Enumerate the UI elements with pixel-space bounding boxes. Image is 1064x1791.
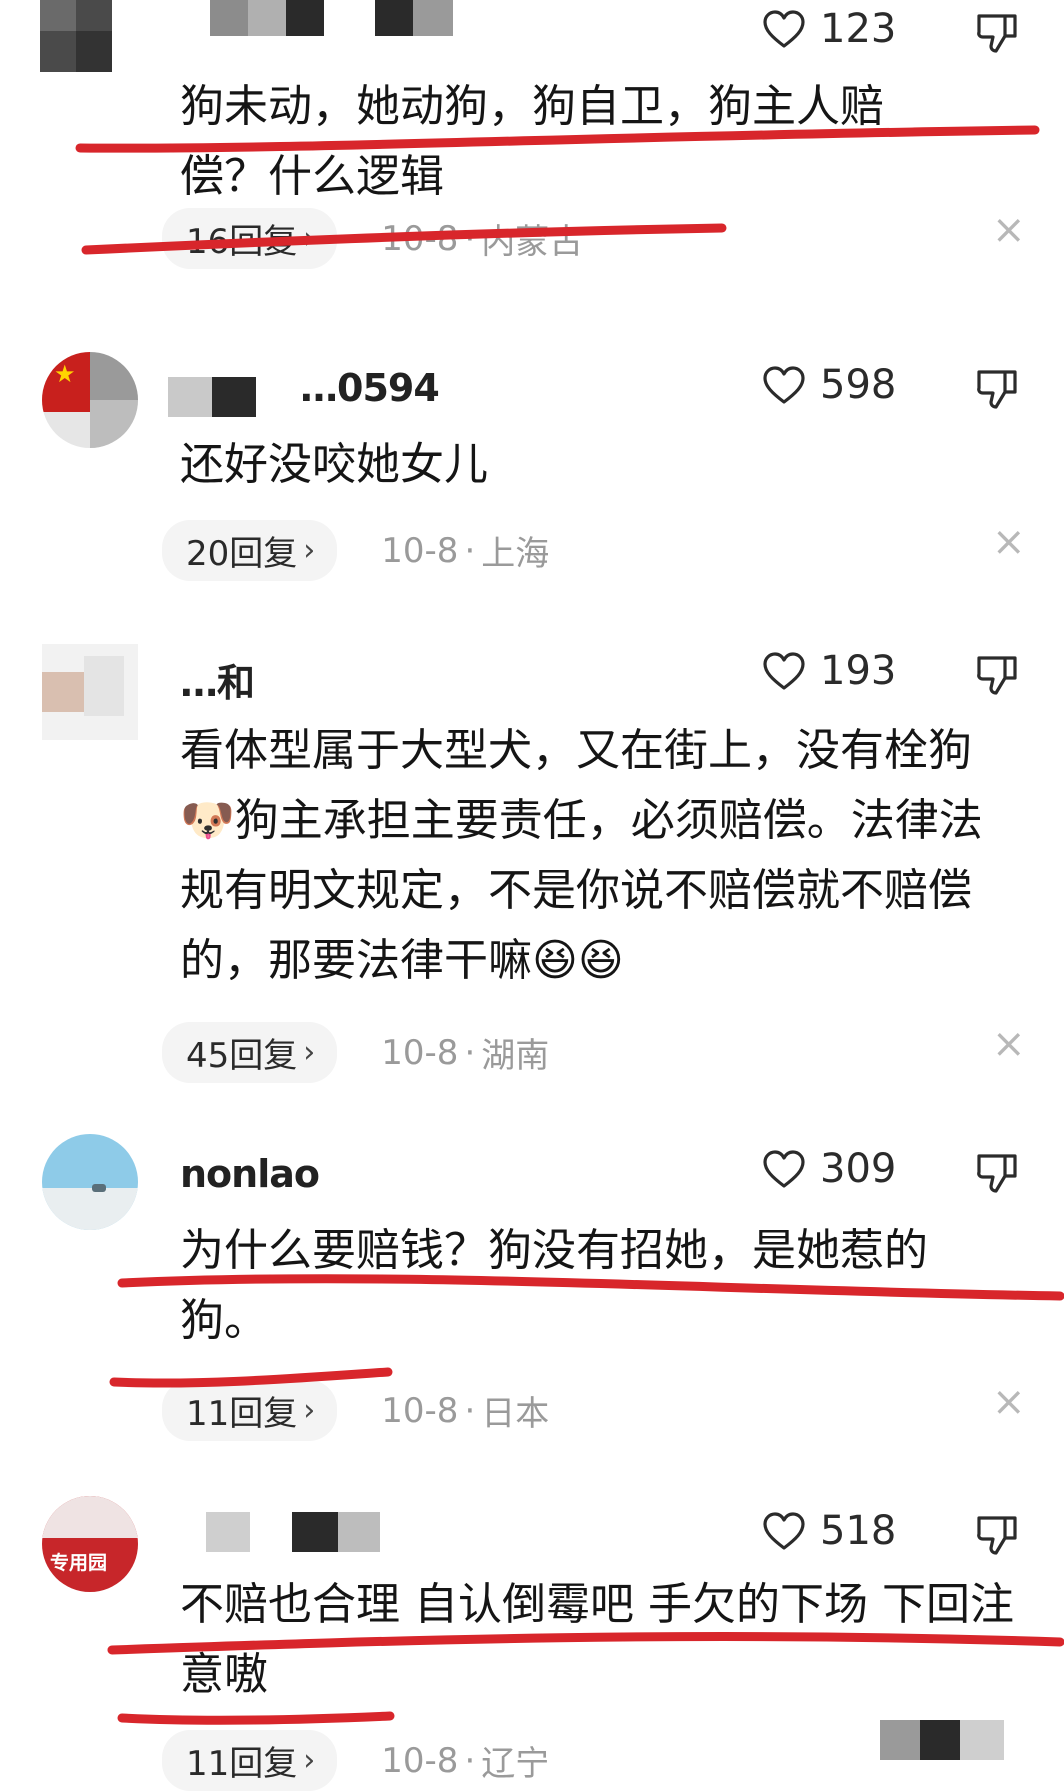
username-redacted <box>212 377 256 417</box>
comment-meta: 11回复 › 10-8 · 日本 <box>162 1380 550 1441</box>
avatar[interactable] <box>42 644 138 740</box>
close-icon[interactable]: × <box>992 1382 1026 1422</box>
reply-count: 11回复 <box>186 1394 298 1434</box>
heart-outline-icon <box>762 1149 806 1189</box>
username-redacted <box>413 0 453 36</box>
comment-text: 还好没咬她女儿 <box>180 439 488 490</box>
replies-button[interactable]: 45回复 › <box>162 1022 338 1083</box>
comment-date: 10-8 <box>381 530 459 571</box>
username-redacted <box>375 0 413 36</box>
close-icon[interactable]: × <box>992 1024 1026 1064</box>
like-count: 598 <box>820 362 897 408</box>
comment-date: 10-8 <box>381 1390 459 1431</box>
heart-outline-icon <box>762 1511 806 1551</box>
thumbs-down-icon <box>975 652 1019 696</box>
comment-meta: 11回复 › 10-8 · 辽宁 <box>162 1730 550 1791</box>
meta-separator: · <box>464 530 476 571</box>
chevron-right-icon: › <box>303 533 316 568</box>
heart-outline-icon <box>762 365 806 405</box>
red-underline <box>117 1711 395 1725</box>
close-icon[interactable]: × <box>992 210 1026 250</box>
like-count: 193 <box>820 648 897 694</box>
comment-location: 日本 <box>481 1394 550 1434</box>
avatar[interactable]: ★ <box>42 352 138 448</box>
avatar[interactable] <box>42 1134 138 1230</box>
username-redacted <box>168 377 212 417</box>
dislike-button[interactable] <box>975 366 1019 410</box>
username-redacted <box>286 0 324 36</box>
close-icon[interactable]: × <box>992 522 1026 562</box>
meta-separator: · <box>464 1740 476 1781</box>
like-button[interactable]: 518 <box>762 1508 896 1554</box>
reply-count: 20回复 <box>186 534 298 574</box>
overlay-redacted <box>880 1720 920 1760</box>
dislike-button[interactable] <box>975 1150 1019 1194</box>
comment-location: 内蒙古 <box>481 222 584 262</box>
comment-meta: 45回复 › 10-8 · 湖南 <box>162 1022 550 1083</box>
chevron-right-icon: › <box>303 1393 316 1428</box>
like-count: 309 <box>820 1146 897 1192</box>
replies-button[interactable]: 16回复 › <box>162 208 338 269</box>
comment-date: 10-8 <box>381 1032 459 1073</box>
meta-separator: · <box>464 1032 476 1073</box>
chevron-right-icon: › <box>303 221 316 256</box>
like-button[interactable]: 309 <box>762 1146 896 1192</box>
star-icon: ★ <box>54 360 76 388</box>
like-button[interactable]: 193 <box>762 648 896 694</box>
thumbs-down-icon <box>975 1150 1019 1194</box>
username[interactable]: …和 <box>180 652 255 707</box>
comment-location: 上海 <box>481 534 550 574</box>
comment-text: 狗未动，她动狗，狗自卫，狗主人赔偿？什么逻辑 <box>180 81 884 202</box>
reply-count: 16回复 <box>186 222 298 262</box>
thumbs-down-icon <box>975 10 1019 54</box>
overlay-redacted <box>920 1720 960 1760</box>
heart-outline-icon <box>762 651 806 691</box>
reply-count: 11回复 <box>186 1744 298 1784</box>
username[interactable]: nonlao <box>180 1152 320 1196</box>
avatar[interactable]: 专用园 <box>42 1496 138 1592</box>
comment-text: 看体型属于大型犬，又在街上，没有栓狗🐶狗主承担主要责任，必须赔偿。法律法规有明文… <box>180 725 983 986</box>
comment-date: 10-8 <box>381 218 459 259</box>
username-redacted <box>248 0 286 36</box>
username[interactable]: …0594 <box>300 366 440 410</box>
meta-separator: · <box>464 1390 476 1431</box>
thumbs-down-icon <box>975 1512 1019 1556</box>
like-count: 518 <box>820 1508 897 1554</box>
comment-location: 湖南 <box>481 1036 550 1076</box>
username-redacted <box>210 0 248 36</box>
overlay-redacted <box>960 1720 1004 1760</box>
replies-button[interactable]: 11回复 › <box>162 1380 338 1441</box>
comment-meta: 16回复 › 10-8 · 内蒙古 <box>162 208 584 269</box>
username-redacted <box>292 1512 338 1552</box>
comment-location: 辽宁 <box>481 1744 550 1784</box>
username-redacted <box>338 1512 380 1552</box>
meta-separator: · <box>464 218 476 259</box>
thumbs-down-icon <box>975 366 1019 410</box>
like-button[interactable]: 598 <box>762 362 896 408</box>
dislike-button[interactable] <box>975 652 1019 696</box>
like-count: 123 <box>820 6 897 52</box>
dislike-button[interactable] <box>975 1512 1019 1556</box>
like-button[interactable]: 123 <box>762 6 896 52</box>
replies-button[interactable]: 11回复 › <box>162 1730 338 1791</box>
username-redacted <box>206 1512 250 1552</box>
comment-text: 为什么要赔钱？狗没有招她，是她惹的狗。 <box>180 1225 928 1346</box>
comment-meta: 20回复 › 10-8 · 上海 <box>162 520 550 581</box>
chevron-right-icon: › <box>303 1035 316 1070</box>
avatar[interactable] <box>40 0 112 72</box>
comment-date: 10-8 <box>381 1740 459 1781</box>
dislike-button[interactable] <box>975 10 1019 54</box>
avatar-text: 专用园 <box>50 1552 108 1574</box>
replies-button[interactable]: 20回复 › <box>162 520 338 581</box>
reply-count: 45回复 <box>186 1036 298 1076</box>
comment-text: 不赔也合理 自认倒霉吧 手欠的下场 下回注意嗷 <box>180 1579 1014 1700</box>
heart-outline-icon <box>762 9 806 49</box>
chevron-right-icon: › <box>303 1743 316 1778</box>
